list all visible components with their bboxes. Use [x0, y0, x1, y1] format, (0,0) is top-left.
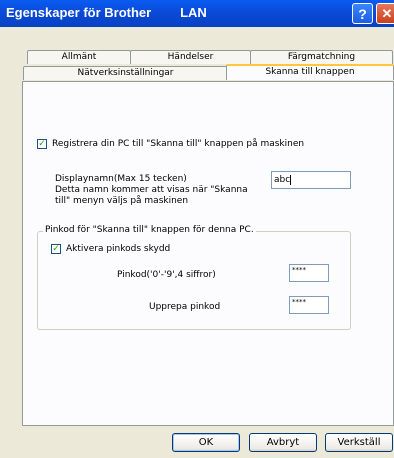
window-title: Egenskaper för Brother LAN [6, 5, 207, 20]
tab-general[interactable]: Allmänt [27, 50, 131, 64]
ok-button[interactable]: OK [172, 433, 240, 452]
tab-scan-to-button[interactable]: Skanna till knappen [226, 64, 394, 80]
tab-network-settings[interactable]: Nätverksinställningar [23, 66, 228, 80]
pin-label: Pinkod('0'-'9',4 siffror) [117, 270, 216, 280]
register-label: Registrera din PC till "Skanna till" kna… [52, 139, 305, 149]
text-cursor [290, 174, 292, 185]
display-name-help-line1: Detta namn kommer att visas när "Skanna [55, 185, 248, 195]
display-name-field[interactable]: abc [271, 171, 351, 189]
pin-field[interactable]: **** [289, 264, 329, 282]
repeat-pin-field[interactable]: **** [289, 296, 329, 314]
activate-pin-label: Aktivera pinkods skydd [66, 244, 171, 254]
close-button[interactable]: ✕ [376, 3, 394, 24]
display-name-value: abc [274, 175, 291, 185]
help-button[interactable]: ? [352, 3, 373, 24]
tab-color-matching[interactable]: Färgmatchning [250, 50, 393, 64]
display-name-label: Displaynamn(Max 15 tecken) [55, 174, 187, 184]
activate-pin-checkbox[interactable]: ✓ [51, 244, 61, 254]
display-name-help-line2: till" menyn väljs på maskinen [55, 196, 189, 206]
register-checkbox[interactable]: ✓ [37, 139, 47, 149]
properties-dialog: Egenskaper för Brother LAN ? ✕ Allmänt H… [0, 0, 394, 458]
apply-button[interactable]: Verkställ [325, 433, 393, 452]
cancel-button[interactable]: Avbryt [249, 433, 317, 452]
tab-events[interactable]: Händelser [130, 50, 251, 64]
repeat-pin-label: Upprepa pinkod [149, 302, 221, 312]
title-bar[interactable]: Egenskaper för Brother LAN ? ✕ [0, 0, 394, 27]
pin-group-title: Pinkod för "Skanna till" knappen för den… [43, 225, 256, 235]
